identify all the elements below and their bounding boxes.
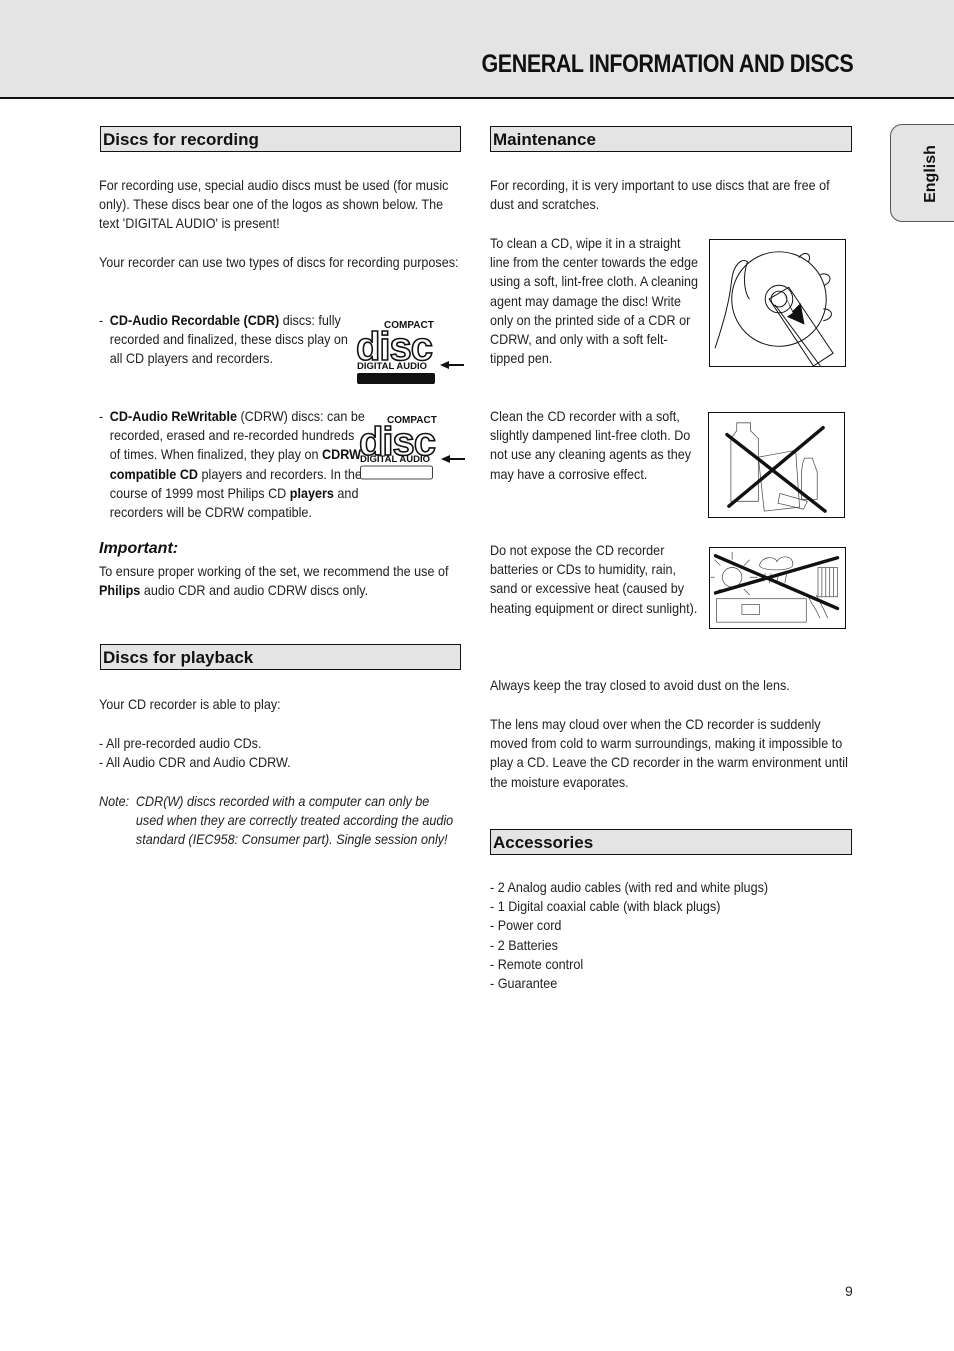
- box-icon: [757, 449, 800, 512]
- important-heading: Important:: [99, 540, 179, 557]
- arrow-left-icon: [440, 361, 464, 369]
- recording-intro-1: For recording use, special audio discs m…: [99, 177, 449, 232]
- page-title: GENERAL INFORMATION AND DISCS: [481, 50, 853, 78]
- radiator-icon: [817, 567, 838, 598]
- note-text: CDR(W) discs recorded with a computer ca…: [135, 793, 454, 848]
- logo-outline-bar: [360, 465, 433, 480]
- cdr-item: - CD-Audio Recordable (CDR) discs: fully…: [99, 311, 351, 369]
- recording-intro-2: Your recorder can use two types of discs…: [99, 254, 459, 270]
- cdrw-players-bold: players: [289, 484, 334, 501]
- cd-recorder-device-icon: [716, 598, 807, 623]
- list-item: - Power cord: [490, 917, 562, 934]
- cdrw-dash: -: [99, 408, 104, 424]
- note-label: Note:: [99, 793, 130, 809]
- maintenance-p4: Do not expose the CD recorder batteries …: [490, 542, 698, 616]
- bottle-icon: [730, 422, 759, 502]
- no-heat-humidity-illustration: [709, 547, 846, 629]
- section-heading-maintenance: Maintenance: [490, 126, 852, 152]
- important-text: To ensure proper working of the set, we …: [99, 562, 459, 600]
- language-label: English: [922, 145, 939, 203]
- logo-digital-audio-text: DIGITAL AUDIO: [360, 454, 430, 465]
- page-number: 9: [845, 1283, 853, 1299]
- maintenance-p3: Clean the CD recorder with a soft, sligh…: [490, 408, 692, 482]
- list-item: - Remote control: [490, 955, 584, 972]
- cdrw-title: CD-Audio ReWritable: [109, 408, 237, 424]
- list-item: - 1 Digital coaxial cable (with black pl…: [490, 898, 721, 915]
- section-heading-accessories: Accessories: [490, 829, 852, 855]
- playback-note: Note: CDR(W) discs recorded with a compu…: [99, 792, 459, 850]
- compact-disc-rewritable-logo: COMPACT disc DIGITAL AUDIO: [358, 415, 465, 480]
- accessories-list: - 2 Analog audio cables (with red and wh…: [490, 878, 850, 993]
- cdr-dash: -: [99, 312, 104, 328]
- arrow-left-icon: [441, 455, 465, 463]
- cross-line: [725, 432, 827, 513]
- logo-black-bar: [357, 373, 435, 384]
- logo-digital-audio-text: DIGITAL AUDIO: [357, 361, 427, 372]
- list-item: - Guarantee: [490, 975, 558, 992]
- maintenance-p1: For recording, it is very important to u…: [490, 177, 830, 213]
- maintenance-p5: Always keep the tray closed to avoid dus…: [490, 677, 790, 693]
- list-item: - All pre-recorded audio CDs.: [99, 735, 262, 751]
- cdr-title: CD-Audio Recordable (CDR): [109, 312, 280, 328]
- playback-list: - All pre-recorded audio CDs. - All Audi…: [99, 734, 459, 772]
- list-item: - 2 Analog audio cables (with red and wh…: [490, 879, 769, 895]
- language-tab: English: [890, 124, 954, 222]
- philips-bold: Philips: [99, 582, 141, 599]
- cross-line: [727, 426, 825, 508]
- no-cleaning-agents-illustration: [708, 412, 845, 518]
- important-text-1: To ensure proper working of the set, we …: [99, 563, 449, 579]
- list-item: - All Audio CDR and Audio CDRW.: [99, 754, 291, 771]
- list-item: - 2 Batteries: [490, 936, 558, 953]
- clean-cd-illustration: [709, 239, 846, 367]
- section-heading-discs-for-playback: Discs for playback: [100, 644, 461, 670]
- important-text-2: audio CDR and audio CDRW discs only.: [140, 582, 369, 599]
- playback-intro: Your CD recorder is able to play:: [99, 696, 281, 712]
- compact-disc-recordable-logo: COMPACT disc DIGITAL AUDIO: [355, 320, 464, 384]
- maintenance-p2: To clean a CD, wipe it in a straight lin…: [490, 235, 699, 367]
- section-heading-discs-for-recording: Discs for recording: [100, 126, 461, 152]
- cloud-icon: [759, 556, 794, 571]
- maintenance-p6: The lens may cloud over when the CD reco…: [490, 716, 848, 790]
- cd-outline-icon: [731, 251, 827, 347]
- sun-icon: [722, 567, 743, 588]
